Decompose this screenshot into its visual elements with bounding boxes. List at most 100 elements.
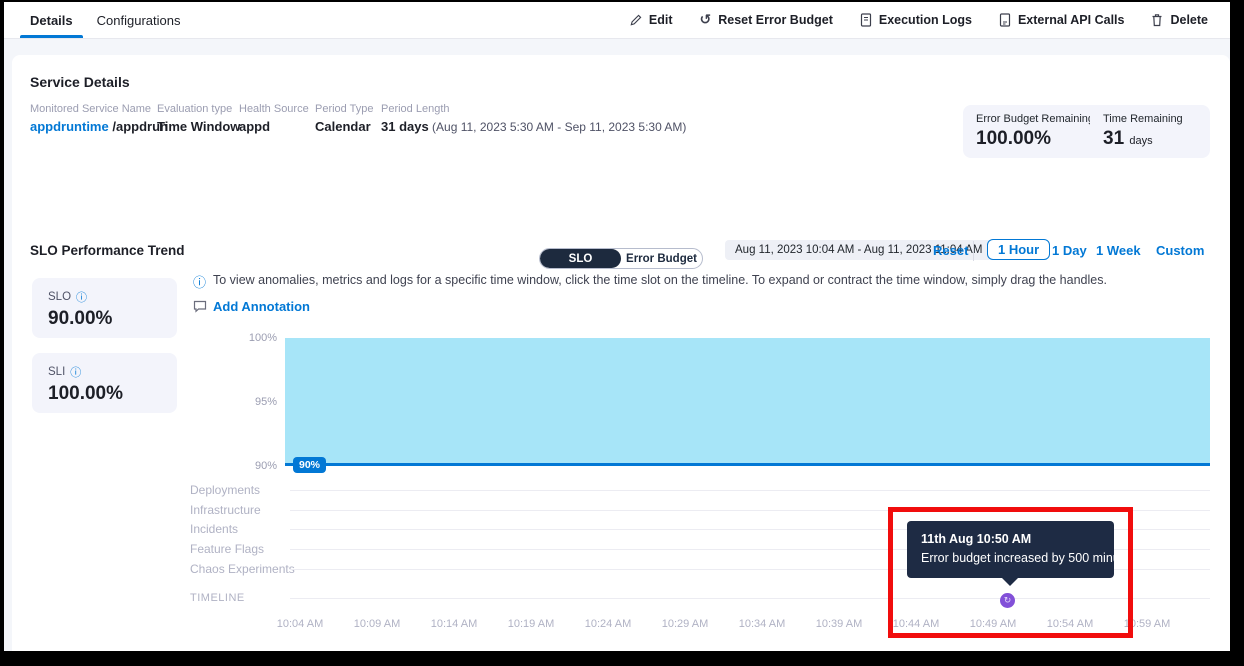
tab-configurations[interactable]: Configurations [85, 2, 193, 38]
reset-error-budget-label: Reset Error Budget [718, 13, 833, 27]
row-line [290, 510, 1210, 511]
toggle-slo-label: SLO [569, 253, 593, 265]
x-axis-tick[interactable]: 10:09 AM [354, 618, 400, 630]
x-axis-tick[interactable]: 10:34 AM [739, 618, 785, 630]
stat-value: 31 [1103, 128, 1124, 149]
slo-card-value: 90.00% [48, 308, 161, 330]
field-label: Period Length [381, 103, 686, 115]
x-axis-tick[interactable]: 10:44 AM [893, 618, 939, 630]
tooltip-title: 11th Aug 10:50 AM [921, 532, 1100, 546]
slo-objective-badge: 90% [293, 457, 326, 473]
y-axis-tick: 100% [249, 332, 277, 344]
external-api-calls-label: External API Calls [1018, 13, 1125, 27]
field-value: Time Window [157, 119, 240, 134]
x-axis-tick[interactable]: 10:04 AM [277, 618, 323, 630]
tooltip-arrow [1002, 578, 1018, 586]
external-api-calls-button[interactable]: External API Calls [999, 13, 1125, 27]
x-axis-tick[interactable]: 10:14 AM [431, 618, 477, 630]
document-icon [860, 13, 872, 27]
row-line [290, 490, 1210, 491]
x-axis-tick[interactable]: 10:59 AM [1124, 618, 1170, 630]
stat-label: Error Budget Remaining [976, 113, 1094, 125]
range-1-week-button[interactable]: 1 Week [1096, 243, 1141, 258]
tab-details[interactable]: Details [18, 2, 85, 38]
toggle-error-budget-label: Error Budget [626, 253, 697, 265]
row-line [290, 598, 1210, 599]
sli-card-label: SLI [48, 366, 65, 378]
info-icon[interactable]: ⓘ [76, 289, 87, 305]
tooltip-body: Error budget increased by 500 minutes [921, 551, 1100, 565]
sli-card: SLI ⓘ 100.00% [32, 353, 177, 413]
period-length-days: 31 days [381, 119, 429, 134]
field-label: Period Type [315, 103, 374, 115]
x-axis-tick[interactable]: 10:49 AM [970, 618, 1016, 630]
delete-button-label: Delete [1170, 13, 1208, 27]
execution-logs-button[interactable]: Execution Logs [860, 13, 972, 27]
edit-button-label: Edit [649, 13, 673, 27]
info-icon[interactable]: ⓘ [70, 364, 81, 380]
toggle-option-slo[interactable]: SLO [540, 249, 621, 268]
monitored-service-link[interactable]: appdruntime [30, 119, 109, 134]
range-1-hour-button[interactable]: 1 Hour [987, 239, 1050, 260]
stat-value: 100.00% [976, 128, 1094, 150]
add-annotation-label: Add Annotation [213, 299, 310, 314]
toggle-option-error-budget[interactable]: Error Budget [621, 249, 702, 268]
x-axis-tick[interactable]: 10:19 AM [508, 618, 554, 630]
service-details-title: Service Details [30, 74, 130, 90]
main-panel: Service Details Monitored Service Name a… [12, 55, 1230, 651]
trend-title: SLO Performance Trend [30, 243, 185, 258]
error-budget-reset-marker-icon[interactable]: ↻ [1000, 593, 1015, 608]
row-label-infrastructure: Infrastructure [190, 503, 261, 517]
divider [973, 241, 974, 261]
field-monitored-service: Monitored Service Name appdruntime /appd… [30, 103, 168, 134]
field-health-source: Health Source appd [239, 103, 309, 134]
x-axis-tick[interactable]: 10:24 AM [585, 618, 631, 630]
field-period-length: Period Length 31 days (Aug 11, 2023 5:30… [381, 103, 686, 134]
app-window: Details Configurations Edit ↺ Reset Erro… [0, 0, 1244, 666]
execution-logs-label: Execution Logs [879, 13, 972, 27]
field-value: Calendar [315, 119, 374, 134]
edit-button[interactable]: Edit [629, 13, 673, 27]
slo-error-budget-toggle: SLO Error Budget [539, 248, 703, 269]
reset-error-budget-button[interactable]: ↺ Reset Error Budget [700, 13, 833, 27]
field-label: Evaluation type [157, 103, 240, 115]
x-axis-tick[interactable]: 10:39 AM [816, 618, 862, 630]
period-length-range: (Aug 11, 2023 5:30 AM - Sep 11, 2023 5:3… [429, 120, 687, 134]
range-custom-button[interactable]: Custom [1156, 243, 1204, 258]
time-remaining-card: Time Remaining 31 days [1090, 105, 1210, 158]
field-label: Monitored Service Name [30, 103, 168, 115]
range-1-day-button[interactable]: 1 Day [1052, 243, 1087, 258]
stat-label: Time Remaining [1103, 113, 1197, 125]
field-label: Health Source [239, 103, 309, 115]
delete-button[interactable]: Delete [1151, 13, 1208, 27]
trash-icon [1151, 13, 1163, 27]
field-value: appd [239, 119, 309, 134]
y-axis-tick: 90% [255, 460, 277, 472]
field-evaluation-type: Evaluation type Time Window [157, 103, 240, 134]
slo-trend-chart-area[interactable] [285, 338, 1210, 466]
stat-unit: days [1129, 135, 1152, 147]
add-annotation-button[interactable]: Add Annotation [193, 299, 310, 314]
top-tab-bar: Details Configurations Edit ↺ Reset Erro… [4, 2, 1230, 39]
document-icon [999, 13, 1011, 27]
action-toolbar: Edit ↺ Reset Error Budget Execution Logs… [629, 13, 1230, 27]
slo-card-label: SLO [48, 291, 71, 303]
x-axis-tick[interactable]: 10:29 AM [662, 618, 708, 630]
event-tooltip: 11th Aug 10:50 AM Error budget increased… [907, 521, 1114, 578]
slo-card: SLO ⓘ 90.00% [32, 278, 177, 338]
sli-card-value: 100.00% [48, 383, 161, 405]
tab-configurations-label: Configurations [97, 13, 181, 28]
y-axis-tick: 95% [255, 396, 277, 408]
row-label-chaos-experiments: Chaos Experiments [190, 562, 295, 576]
reset-range-button[interactable]: Reset [933, 243, 968, 258]
field-period-type: Period Type Calendar [315, 103, 374, 134]
row-label-deployments: Deployments [190, 483, 260, 497]
error-budget-remaining-card: Error Budget Remaining 100.00% [963, 105, 1107, 158]
timeline-label: TIMELINE [190, 592, 245, 604]
x-axis-tick[interactable]: 10:54 AM [1047, 618, 1093, 630]
row-label-incidents: Incidents [190, 522, 238, 536]
speech-bubble-icon [193, 300, 207, 313]
info-icon: ⓘ [193, 272, 206, 291]
timeline-info-text: To view anomalies, metrics and logs for … [213, 273, 1107, 287]
tab-details-label: Details [30, 13, 73, 28]
